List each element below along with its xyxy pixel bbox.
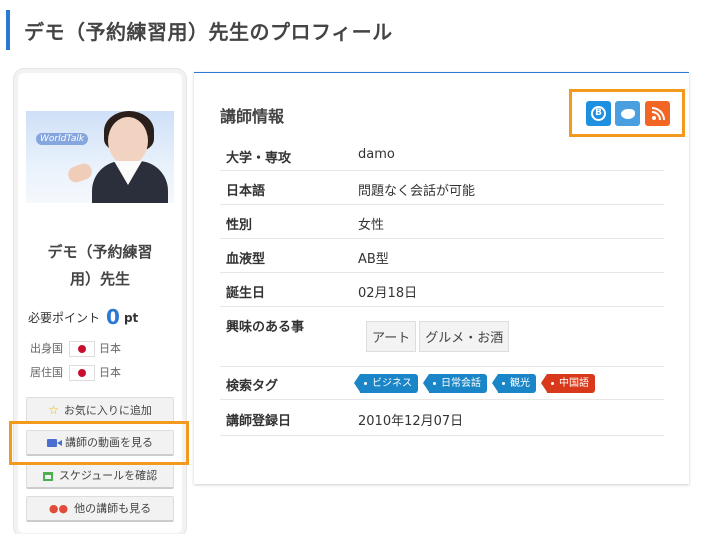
row-label: 検索タグ — [226, 379, 279, 394]
row-value: 女性 — [358, 218, 385, 233]
row-value: 問題なく会話が可能 — [358, 184, 476, 199]
page-title: デモ（予約練習用）先生のプロフィール — [24, 20, 393, 44]
photo-face — [108, 117, 148, 165]
residence-label: 居住国 — [30, 366, 63, 379]
share-buttons-highlight: B — [569, 89, 685, 137]
info-row-birthday: 誕生日 02月18日 — [220, 273, 664, 307]
title-accent-bar — [6, 10, 10, 50]
origin-country-row: 出身国 日本 — [30, 340, 121, 357]
info-row-registered: 講師登録日 2010年12月07日 — [220, 400, 664, 436]
row-label: 大学・専攻 — [226, 151, 292, 166]
info-row-blood-type: 血液型 AB型 — [220, 239, 664, 273]
japan-flag-icon — [69, 365, 95, 381]
check-schedule-button[interactable]: スケジュールを確認 — [26, 463, 174, 489]
calendar-icon — [42, 471, 53, 481]
info-section-title: 講師情報 — [220, 107, 285, 126]
teacher-name-line2: 用）先生 — [69, 270, 130, 288]
twitter-share-button[interactable] — [615, 101, 640, 126]
add-favorite-button[interactable]: ☆ お気に入りに追加 — [26, 397, 174, 423]
row-label: 誕生日 — [226, 286, 266, 301]
row-value: AB型 — [358, 252, 389, 267]
origin-label: 出身国 — [30, 342, 63, 355]
residence-country-row: 居住国 日本 — [30, 364, 121, 381]
row-value: 02月18日 — [358, 286, 418, 301]
origin-country: 日本 — [99, 342, 121, 355]
required-points: 必要ポイント 0 pt — [28, 305, 138, 329]
interest-tags: アート グルメ・お酒 — [366, 321, 512, 352]
info-row-university: 大学・専攻 damo — [220, 137, 664, 171]
photo-hand — [65, 161, 95, 185]
points-label: 必要ポイント — [28, 311, 101, 325]
teacher-photo: WorldTalk — [26, 111, 174, 203]
search-tag-link[interactable]: 中国語 — [541, 374, 595, 393]
hatena-bookmark-button[interactable]: B — [586, 101, 611, 126]
row-label: 血液型 — [226, 252, 266, 267]
other-teachers-button[interactable]: ●● 他の講師も見る — [26, 496, 174, 522]
search-tag-link[interactable]: ビジネス — [354, 374, 418, 393]
points-value: 0 — [106, 305, 120, 329]
teacher-name-line1: デモ（予約練習 — [47, 243, 153, 261]
check-schedule-label: スケジュールを確認 — [58, 469, 158, 482]
info-row-interests: 興味のある事 アート グルメ・お酒 — [220, 307, 664, 367]
row-label: 興味のある事 — [226, 320, 305, 335]
search-tag-link[interactable]: 観光 — [492, 374, 536, 393]
interest-tag: グルメ・お酒 — [419, 321, 510, 352]
residence-country: 日本 — [99, 366, 121, 379]
interest-tag: アート — [366, 321, 417, 352]
info-row-gender: 性別 女性 — [220, 205, 664, 239]
info-row-japanese: 日本語 問題なく会話が可能 — [220, 171, 664, 205]
worldtalk-logo: WorldTalk — [36, 133, 89, 145]
star-icon: ☆ — [48, 403, 59, 417]
info-row-search-tags: 検索タグ ビジネス 日常会話 観光 中国語 — [220, 367, 664, 400]
row-value: damo — [358, 147, 395, 162]
users-icon: ●● — [48, 502, 69, 515]
teacher-name: デモ（予約練習 用）先生 — [26, 239, 174, 293]
other-teachers-label: 他の講師も見る — [74, 502, 152, 515]
search-tags: ビジネス 日常会話 観光 中国語 — [354, 374, 600, 393]
rss-feed-button[interactable] — [645, 101, 670, 126]
video-button-highlight — [9, 421, 189, 465]
twitter-bird-icon — [620, 108, 635, 119]
row-label: 講師登録日 — [226, 414, 292, 429]
row-label: 性別 — [226, 218, 253, 233]
japan-flag-icon — [69, 341, 95, 357]
row-value: 2010年12月07日 — [358, 414, 464, 429]
search-tag-link[interactable]: 日常会話 — [423, 374, 487, 393]
row-label: 日本語 — [226, 184, 266, 199]
teacher-info-card: 講師情報 B 大学・専攻 damo 日本語 問題なく会話が可能 性別 女性 血液… — [194, 72, 689, 484]
hatena-icon: B — [591, 106, 606, 121]
points-unit: pt — [123, 311, 139, 325]
page-title-bar: デモ（予約練習用）先生のプロフィール — [6, 10, 706, 50]
add-favorite-label: お気に入りに追加 — [63, 404, 152, 417]
